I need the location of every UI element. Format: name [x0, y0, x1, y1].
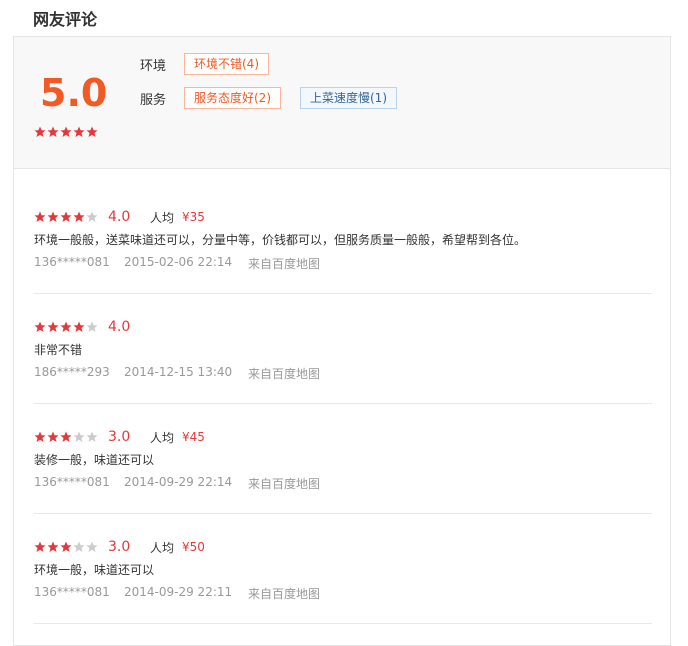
star-filled-icon: [73, 211, 85, 222]
tag-category-label: 服务: [140, 92, 167, 108]
star-filled-icon: [47, 541, 59, 552]
review-stars: [34, 321, 98, 333]
review-text: 环境一般般，送菜味道还可以，分量中等，价钱都可以，但服务质量一般般，希望帮到各位…: [34, 233, 527, 247]
star-filled-icon: [47, 211, 59, 222]
review-user: 136*****081: [34, 255, 110, 269]
star-empty-icon: [73, 541, 85, 552]
overall-stars: [34, 126, 98, 138]
star-filled-icon: [60, 211, 72, 222]
star-empty-icon: [86, 321, 98, 332]
review-score: 3.0: [108, 429, 131, 445]
review-user: 136*****081: [34, 475, 110, 489]
review-item: 3.0 人均 ¥45 装修一般，味道还可以 136*****081 2014-0…: [34, 427, 652, 492]
tag-category-label: 环境: [140, 58, 167, 74]
review-stars: [34, 431, 98, 443]
star-empty-icon: [86, 211, 98, 222]
review-score: 4.0: [108, 319, 131, 335]
tag-row-environment: 环境 环境不错(4): [140, 53, 288, 75]
review-time: 2015-02-06 22:14: [124, 255, 233, 269]
section-title: 网友评论: [33, 10, 98, 29]
review-divider: [34, 403, 652, 404]
review-time: 2014-12-15 13:40: [124, 365, 233, 379]
review-text: 装修一般，味道还可以: [34, 453, 155, 467]
review-divider: [34, 513, 652, 514]
review-score: 3.0: [108, 539, 131, 555]
tag-slow-serving[interactable]: 上菜速度慢(1): [300, 87, 397, 109]
star-filled-icon: [73, 126, 85, 137]
star-empty-icon: [73, 431, 85, 442]
avg-price-value: ¥35: [182, 210, 205, 224]
tag-environment-good[interactable]: 环境不错(4): [184, 53, 269, 75]
review-time: 2014-09-29 22:11: [124, 585, 233, 599]
review-source: 来自百度地图: [248, 257, 321, 271]
review-source: 来自百度地图: [248, 477, 321, 491]
tag-row-service: 服务 服务态度好(2) 上菜速度慢(1): [140, 87, 416, 109]
review-source: 来自百度地图: [248, 587, 321, 601]
review-item: 4.0 非常不错 186*****293 2014-12-15 13:40 来自…: [34, 317, 652, 382]
star-filled-icon: [60, 431, 72, 442]
review-stars: [34, 541, 98, 553]
review-divider: [34, 293, 652, 294]
rating-summary: 5.0 环境 环境不错(4) 服务 服务态度好(2) 上菜速度慢(1): [14, 37, 670, 169]
star-filled-icon: [34, 126, 46, 137]
avg-price-label: 人均: [150, 430, 175, 445]
avg-price-value: ¥45: [182, 430, 205, 444]
star-filled-icon: [60, 126, 72, 137]
review-divider: [34, 623, 652, 624]
star-filled-icon: [34, 541, 46, 552]
avg-price-label: 人均: [150, 210, 175, 225]
review-time: 2014-09-29 22:14: [124, 475, 233, 489]
star-empty-icon: [86, 431, 98, 442]
review-score: 4.0: [108, 209, 131, 225]
star-filled-icon: [34, 431, 46, 442]
review-source: 来自百度地图: [248, 367, 321, 381]
tag-service-good[interactable]: 服务态度好(2): [184, 87, 281, 109]
reviews-panel: 5.0 环境 环境不错(4) 服务 服务态度好(2) 上菜速度慢(1) 4.0 …: [13, 36, 671, 646]
star-filled-icon: [47, 321, 59, 332]
review-user: 186*****293: [34, 365, 110, 379]
star-filled-icon: [73, 321, 85, 332]
review-user: 136*****081: [34, 585, 110, 599]
star-filled-icon: [47, 431, 59, 442]
star-filled-icon: [34, 321, 46, 332]
star-filled-icon: [60, 541, 72, 552]
review-item: 4.0 人均 ¥35 环境一般般，送菜味道还可以，分量中等，价钱都可以，但服务质…: [34, 207, 652, 272]
avg-price-value: ¥50: [182, 540, 205, 554]
star-filled-icon: [47, 126, 59, 137]
overall-score: 5.0: [40, 71, 108, 115]
star-empty-icon: [86, 541, 98, 552]
review-item: 3.0 人均 ¥50 环境一般，味道还可以 136*****081 2014-0…: [34, 537, 652, 602]
avg-price-label: 人均: [150, 540, 175, 555]
star-filled-icon: [60, 321, 72, 332]
star-filled-icon: [86, 126, 98, 137]
review-text: 非常不错: [34, 343, 83, 357]
review-stars: [34, 211, 98, 223]
review-text: 环境一般，味道还可以: [34, 563, 155, 577]
star-filled-icon: [34, 211, 46, 222]
